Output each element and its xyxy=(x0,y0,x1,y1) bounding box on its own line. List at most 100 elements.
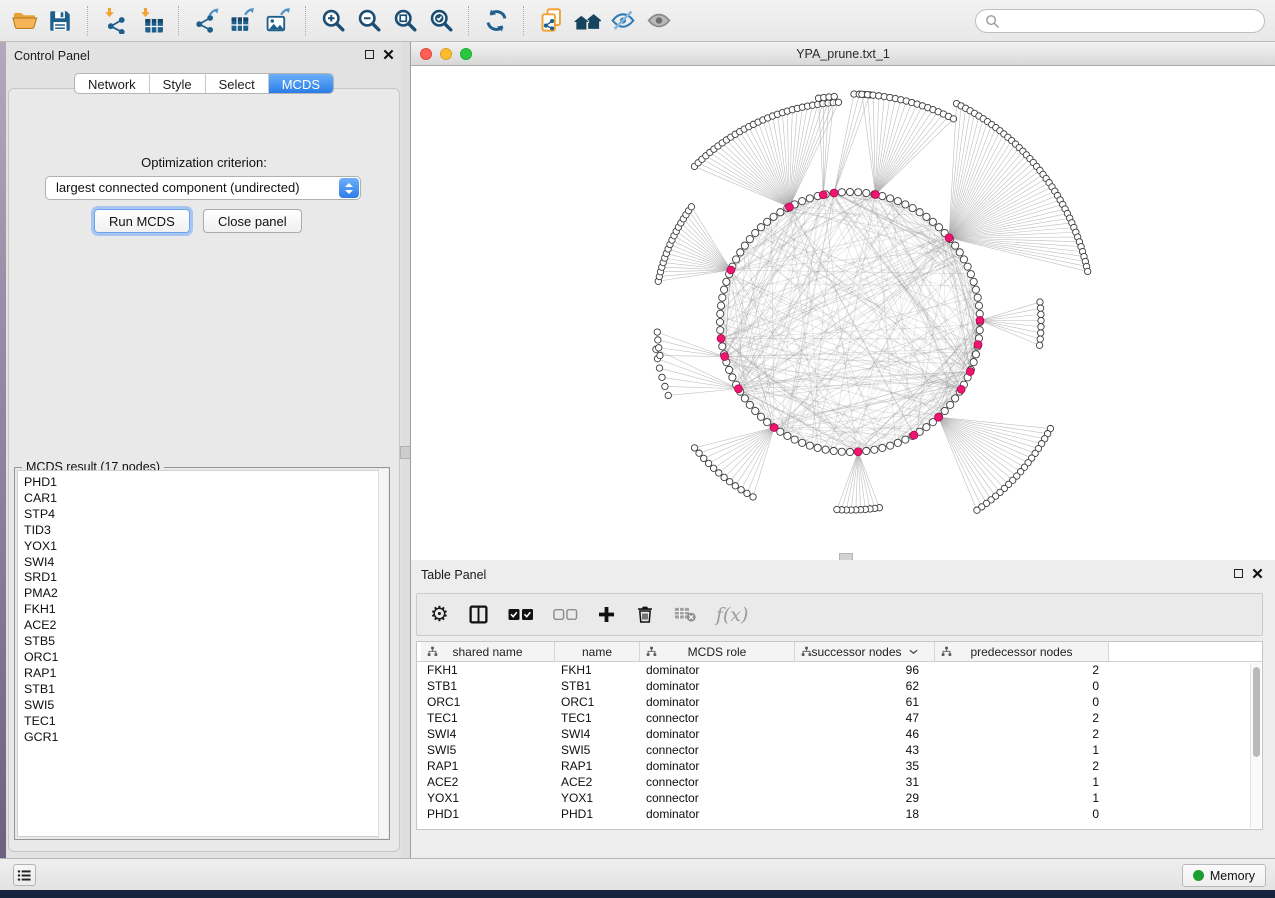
mcds-result-list[interactable]: PHD1CAR1STP4TID3YOX1SWI4SRD1PMA2FKH1ACE2… xyxy=(17,470,387,837)
table-cell: 18 xyxy=(795,807,935,821)
zoom-fit-icon xyxy=(392,7,419,34)
export-table-icon xyxy=(229,7,256,34)
zoom-out-button[interactable] xyxy=(351,4,387,38)
table-cell: 29 xyxy=(795,791,935,805)
list-item[interactable]: GCR1 xyxy=(18,730,386,746)
run-mcds-button[interactable]: Run MCDS xyxy=(94,209,190,233)
list-item[interactable]: TID3 xyxy=(18,523,386,539)
vertical-splitter[interactable] xyxy=(402,42,410,858)
list-item[interactable]: STB1 xyxy=(18,682,386,698)
list-item[interactable]: RAP1 xyxy=(18,666,386,682)
table-cell: YOX1 xyxy=(555,791,640,805)
list-item[interactable]: STB5 xyxy=(18,634,386,650)
table-settings-button[interactable]: ⚙ xyxy=(430,604,449,625)
list-item[interactable]: STP4 xyxy=(18,507,386,523)
column-header[interactable]: predecessor nodes xyxy=(935,642,1109,661)
table-row[interactable]: SWI4SWI4dominator462 xyxy=(421,726,1262,742)
toggle-panel-button[interactable] xyxy=(468,604,489,625)
save-session-button[interactable] xyxy=(42,4,78,38)
table-row[interactable]: SWI5SWI5connector431 xyxy=(421,742,1262,758)
table-cell: 0 xyxy=(935,679,1109,693)
deselect-all-button[interactable] xyxy=(553,608,578,621)
close-panel-button[interactable]: Close panel xyxy=(203,209,302,233)
float-panel-icon[interactable] xyxy=(365,50,374,59)
table-scrollbar[interactable] xyxy=(1250,663,1261,828)
list-item[interactable]: FKH1 xyxy=(18,602,386,618)
tab-select[interactable]: Select xyxy=(206,74,269,93)
column-header[interactable]: shared name xyxy=(421,642,555,661)
table-cell: STB1 xyxy=(555,679,640,693)
network-window-titlebar[interactable]: YPA_prune.txt_1 xyxy=(411,42,1275,66)
table-row[interactable]: ACE2ACE2connector311 xyxy=(421,774,1262,790)
table-row[interactable]: FKH1FKH1dominator962 xyxy=(421,662,1262,678)
search-input[interactable] xyxy=(1006,11,1264,31)
hierarchy-icon xyxy=(646,646,657,657)
tab-mcds[interactable]: MCDS xyxy=(269,74,333,93)
table-cell: 2 xyxy=(935,759,1109,773)
float-table-panel-icon[interactable] xyxy=(1234,569,1243,578)
export-image-button[interactable] xyxy=(260,4,296,38)
list-item[interactable]: CAR1 xyxy=(18,491,386,507)
column-header[interactable]: successor nodes xyxy=(795,642,935,661)
close-table-panel-icon[interactable] xyxy=(1252,568,1263,579)
mcds-list-scrollbar[interactable] xyxy=(378,469,388,838)
list-item[interactable]: TEC1 xyxy=(18,714,386,730)
list-item[interactable]: ACE2 xyxy=(18,618,386,634)
import-network-button[interactable] xyxy=(97,4,133,38)
export-network-button[interactable] xyxy=(188,4,224,38)
list-item[interactable]: SWI5 xyxy=(18,698,386,714)
network-graph[interactable] xyxy=(411,66,1275,560)
list-item[interactable]: ORC1 xyxy=(18,650,386,666)
table-cell: FKH1 xyxy=(555,663,640,677)
search-box[interactable] xyxy=(975,9,1265,33)
table-scrollbar-thumb[interactable] xyxy=(1253,667,1260,757)
column-header[interactable]: name xyxy=(555,642,640,661)
mcds-result-group: MCDS result (17 nodes) PHD1CAR1STP4TID3Y… xyxy=(14,467,390,840)
table-cell: ACE2 xyxy=(421,775,555,789)
refresh-button[interactable] xyxy=(478,4,514,38)
show-all-button[interactable] xyxy=(641,4,677,38)
dropdown-stepper-icon xyxy=(339,178,359,198)
tab-style[interactable]: Style xyxy=(150,74,206,93)
memory-button[interactable]: Memory xyxy=(1182,864,1266,887)
table-cell: 96 xyxy=(795,663,935,677)
table-row[interactable]: RAP1RAP1dominator352 xyxy=(421,758,1262,774)
toolbar-separator xyxy=(305,6,306,36)
open-file-button[interactable] xyxy=(6,4,42,38)
control-tabs: NetworkStyleSelectMCDS xyxy=(74,73,334,94)
column-header[interactable]: MCDS role xyxy=(640,642,795,661)
table-row[interactable]: PHD1PHD1dominator180 xyxy=(421,806,1262,822)
delete-table-button[interactable] xyxy=(674,606,697,623)
duplicate-network-button[interactable] xyxy=(533,4,569,38)
zoom-in-button[interactable] xyxy=(315,4,351,38)
split-panel-icon xyxy=(468,604,489,625)
zoom-fit-button[interactable] xyxy=(387,4,423,38)
table-cell: 62 xyxy=(795,679,935,693)
houses-icon xyxy=(573,7,602,34)
select-all-button[interactable] xyxy=(508,608,534,621)
import-table-button[interactable] xyxy=(133,4,169,38)
table-row[interactable]: TEC1TEC1connector472 xyxy=(421,710,1262,726)
list-item[interactable]: SRD1 xyxy=(18,570,386,586)
table-row[interactable]: ORC1ORC1dominator610 xyxy=(421,694,1262,710)
list-item[interactable]: YOX1 xyxy=(18,539,386,555)
criterion-dropdown[interactable]: largest connected component (undirected) xyxy=(45,176,361,200)
list-item[interactable]: PMA2 xyxy=(18,586,386,602)
first-neighbors-button[interactable] xyxy=(569,4,605,38)
close-panel-icon[interactable] xyxy=(383,49,394,60)
task-history-button[interactable] xyxy=(13,864,36,886)
table-row[interactable]: STB1STB1dominator620 xyxy=(421,678,1262,694)
add-column-button[interactable] xyxy=(597,605,616,624)
export-table-button[interactable] xyxy=(224,4,260,38)
list-item[interactable]: SWI4 xyxy=(18,555,386,571)
zoom-selected-button[interactable] xyxy=(423,4,459,38)
delete-column-button[interactable] xyxy=(635,604,655,625)
control-panel: Control Panel NetworkStyleSelectMCDS Opt… xyxy=(6,42,402,858)
table-cell: 31 xyxy=(795,775,935,789)
hide-selected-button[interactable] xyxy=(605,4,641,38)
table-cell: dominator xyxy=(640,679,795,693)
list-item[interactable]: PHD1 xyxy=(18,475,386,491)
tab-network[interactable]: Network xyxy=(75,74,150,93)
function-builder-button[interactable]: f(x) xyxy=(716,604,749,626)
table-row[interactable]: YOX1YOX1connector291 xyxy=(421,790,1262,806)
